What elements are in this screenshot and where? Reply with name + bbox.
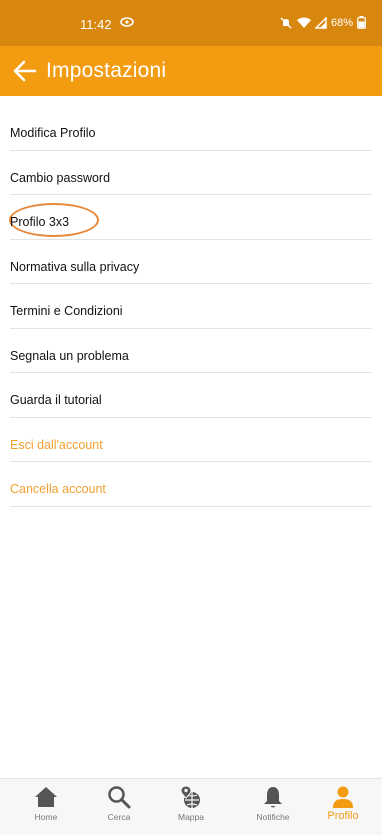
search-icon	[108, 786, 131, 809]
status-icons: 68%	[279, 16, 366, 29]
settings-item-tutorial[interactable]: Guarda il tutorial	[10, 373, 372, 418]
nav-item-profile[interactable]: Profilo	[311, 783, 375, 831]
settings-item-label: Profilo 3x3	[10, 215, 70, 229]
back-arrow-icon[interactable]	[12, 59, 38, 83]
settings-item-label: Cambio password	[10, 170, 111, 185]
settings-item-change-password[interactable]: Cambio password	[10, 151, 372, 195]
status-bar: 11:42 68%	[0, 0, 382, 46]
settings-item-report-problem[interactable]: Segnala un problema	[10, 329, 372, 373]
settings-item-label: Guarda il tutorial	[10, 393, 102, 407]
settings-item-delete-account[interactable]: Cancella account	[10, 462, 372, 507]
map-globe-icon	[180, 785, 200, 808]
wifi-icon	[296, 17, 311, 28]
nav-item-search[interactable]: Cerca	[87, 783, 151, 831]
nav-label: Home	[34, 812, 58, 822]
nav-label: Profilo	[327, 810, 359, 822]
home-icon	[35, 787, 57, 807]
nav-label: Notifiche	[256, 812, 290, 822]
battery-percent: 68%	[330, 16, 353, 29]
nav-label: Mappa	[178, 812, 204, 822]
settings-item-edit-profile[interactable]: Modifica Profilo	[10, 106, 372, 151]
settings-item-logout[interactable]: Esci dall'account	[10, 418, 372, 462]
bell-icon	[264, 787, 282, 808]
settings-item-label: Modifica Profilo	[10, 126, 96, 140]
settings-item-label: Normativa sulla privacy	[10, 259, 140, 274]
mute-notifications-icon	[280, 17, 292, 28]
app-header: Impostazioni	[0, 46, 382, 96]
settings-item-terms[interactable]: Termini e Condizioni	[10, 284, 372, 329]
status-time: 11:42	[80, 17, 112, 32]
settings-item-label: Segnala un problema	[10, 348, 129, 363]
nav-item-map[interactable]: Mappa	[159, 783, 223, 831]
settings-item-label: Termini e Condizioni	[10, 304, 123, 318]
settings-item-label: Cancella account	[10, 482, 106, 496]
nav-item-notifications[interactable]: Notifiche	[241, 783, 305, 831]
bottom-nav: Home Cerca Mappa Notifiche Profilo	[0, 778, 382, 835]
settings-item-label: Esci dall'account	[10, 437, 103, 452]
battery-icon	[357, 16, 366, 29]
page-title: Impostazioni	[46, 59, 167, 82]
user-icon	[333, 786, 353, 808]
nav-item-home[interactable]: Home	[14, 783, 78, 831]
signal-icon	[314, 16, 327, 29]
settings-list: Modifica Profilo Cambio password Profilo…	[0, 106, 382, 507]
notification-app-icon	[120, 17, 134, 27]
nav-label: Cerca	[107, 812, 131, 822]
settings-item-profile-3x3[interactable]: Profilo 3x3	[9, 195, 372, 240]
settings-item-privacy-policy[interactable]: Normativa sulla privacy	[10, 240, 372, 284]
